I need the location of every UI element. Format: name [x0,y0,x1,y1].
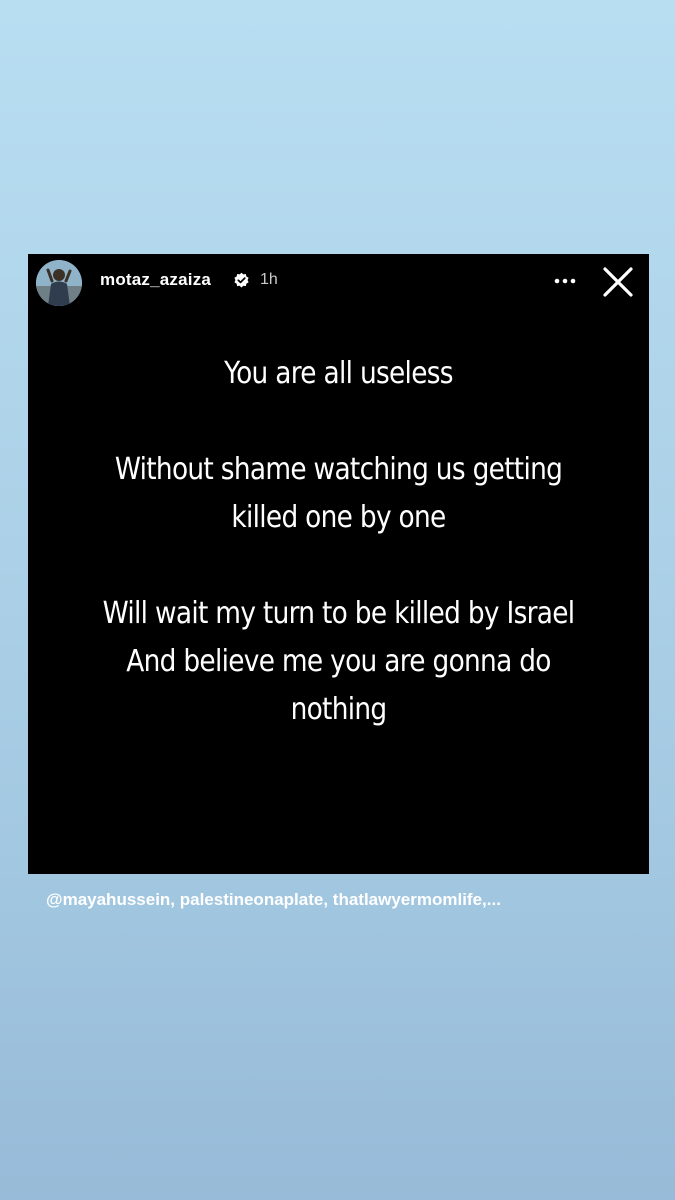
mentions-sticker[interactable]: @mayahussein, palestineonaplate, thatlaw… [46,890,501,910]
avatar[interactable] [36,260,82,306]
close-icon[interactable] [600,264,636,300]
username[interactable]: motaz_azaiza [100,270,211,290]
story-message: You are all useless Without shame watchi… [65,350,611,734]
more-options-icon[interactable] [548,268,582,294]
verified-badge-icon [233,272,250,289]
message-line: Will wait my turn to be killed by Israel… [102,596,576,727]
story-header: motaz_azaiza 1h [28,254,649,310]
timestamp: 1h [260,271,278,288]
message-line: Without shame watching us getting killed… [114,452,563,535]
message-line: You are all useless [224,356,453,391]
story-card: motaz_azaiza 1h You are all useless With… [28,254,649,874]
